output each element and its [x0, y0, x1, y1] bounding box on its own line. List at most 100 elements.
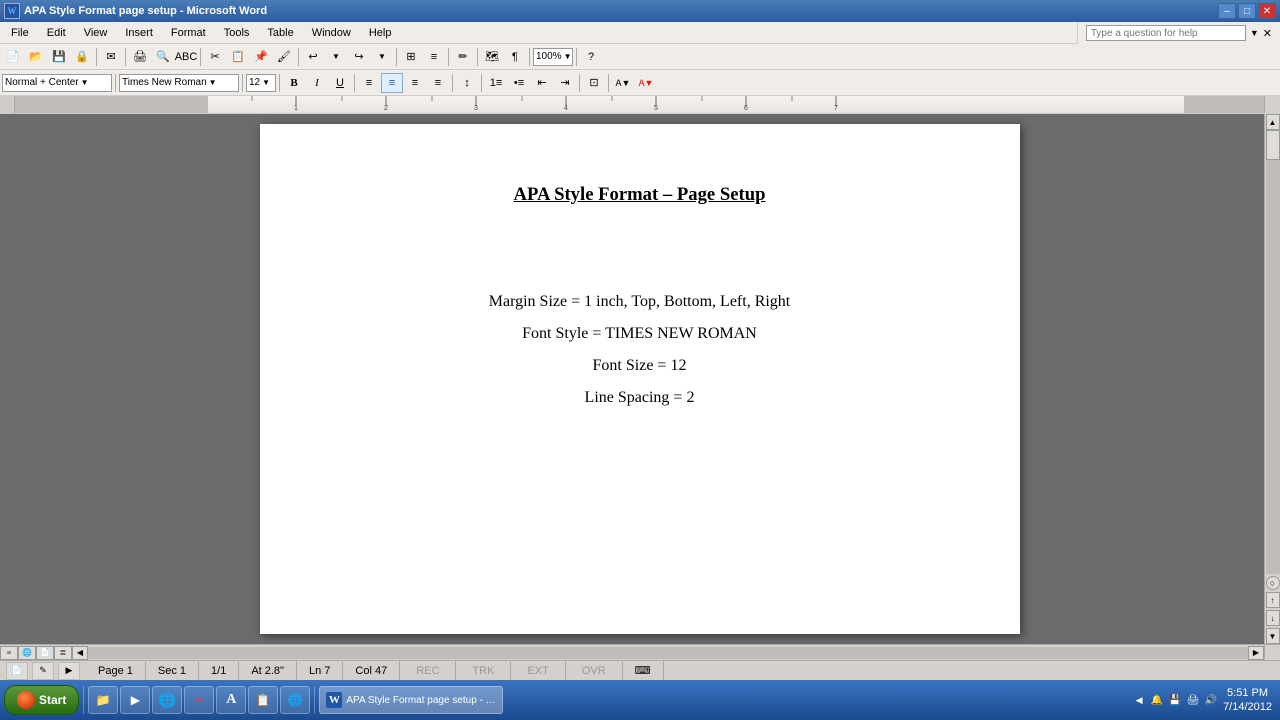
spell-button[interactable]: ABC — [175, 47, 197, 67]
scroll-left-button[interactable]: ◀ — [72, 646, 88, 660]
size-dropdown[interactable]: 12 ▼ — [246, 74, 276, 92]
status-ovr: OVR — [566, 661, 623, 680]
new-button[interactable]: 📄 — [2, 47, 24, 67]
undo-button[interactable]: ↩ — [302, 47, 324, 67]
scroll-right-button[interactable]: ▶ — [1248, 646, 1264, 660]
size-arrow[interactable]: ▼ — [262, 78, 270, 87]
taskbar-browser[interactable]: 🌐 — [152, 686, 182, 714]
underline-button[interactable]: U — [329, 73, 351, 93]
taskbar-folder[interactable]: 📋 — [248, 686, 278, 714]
window-title: APA Style Format page setup - Microsoft … — [24, 5, 267, 17]
prev-page-button[interactable]: ↑ — [1266, 592, 1280, 608]
print-view-button[interactable]: 📄 — [36, 646, 54, 660]
menu-help[interactable]: Help — [360, 24, 401, 42]
status-icon-2[interactable]: ✎ — [32, 662, 54, 680]
taskbar-ie[interactable]: 🌐 — [280, 686, 310, 714]
font-color-button[interactable]: A▼ — [635, 73, 657, 93]
taskbar-media[interactable]: ▶ — [120, 686, 150, 714]
close-button[interactable]: ✕ — [1258, 3, 1276, 19]
open-button[interactable]: 📂 — [25, 47, 47, 67]
paste-button[interactable]: 📌 — [250, 47, 272, 67]
menu-window[interactable]: Window — [303, 24, 360, 42]
taskbar-paint[interactable]: ✂ — [184, 686, 214, 714]
style-arrow[interactable]: ▼ — [81, 78, 89, 87]
zoom-arrow[interactable]: ▼ — [564, 52, 572, 61]
status-icon-1[interactable]: 📄 — [6, 662, 28, 680]
sep-7 — [477, 48, 478, 66]
help-close-icon[interactable]: ✕ — [1263, 27, 1272, 40]
taskbar-word-active[interactable]: W APA Style Format page setup - Microsof… — [319, 686, 503, 714]
next-page-button[interactable]: ↓ — [1266, 610, 1280, 626]
h-scroll-track[interactable] — [88, 647, 1248, 659]
border-button[interactable]: ⊡ — [583, 73, 605, 93]
email-button[interactable]: ✉ — [100, 47, 122, 67]
tray-icon-1[interactable]: 🔔 — [1149, 692, 1165, 708]
outline-view-button[interactable]: ≣ — [54, 646, 72, 660]
decrease-indent[interactable]: ⇤ — [531, 73, 553, 93]
font-arrow[interactable]: ▼ — [209, 78, 217, 87]
print-button[interactable]: 🖨 — [129, 47, 151, 67]
system-clock[interactable]: 5:51 PM 7/14/2012 — [1223, 686, 1272, 715]
increase-indent[interactable]: ⇥ — [554, 73, 576, 93]
bullets-button[interactable]: •≡ — [508, 73, 530, 93]
help-search-arrow[interactable]: ▼ — [1250, 28, 1259, 38]
copy-button[interactable]: 📋 — [227, 47, 249, 67]
ruler-active[interactable]: 1 2 3 4 5 6 7 — [208, 96, 1184, 113]
menu-bar: File Edit View Insert Format Tools Table… — [0, 22, 1280, 44]
normal-view-button[interactable]: ≡ — [0, 646, 18, 660]
align-right-button[interactable]: ≡ — [404, 73, 426, 93]
menu-edit[interactable]: Edit — [38, 24, 75, 42]
style-dropdown[interactable]: Normal + Center ▼ — [2, 74, 112, 92]
menu-format[interactable]: Format — [162, 24, 215, 42]
scroll-track[interactable] — [1266, 130, 1280, 574]
preview-button[interactable]: 🔍 — [152, 47, 174, 67]
redo-drop[interactable]: ▼ — [371, 47, 393, 67]
help-btn[interactable]: ? — [580, 47, 602, 67]
document-page[interactable]: APA Style Format – Page Setup Margin Siz… — [260, 124, 1020, 634]
taskbar-explorer[interactable]: 📁 — [88, 686, 118, 714]
permission-button[interactable]: 🔒 — [71, 47, 93, 67]
vertical-scrollbar[interactable]: ▲ ○ ↑ ↓ ▼ — [1264, 114, 1280, 644]
minimize-button[interactable]: – — [1218, 3, 1236, 19]
cut-button[interactable]: ✂ — [204, 47, 226, 67]
menu-insert[interactable]: Insert — [116, 24, 162, 42]
format-painter[interactable]: 🖌 — [273, 47, 295, 67]
italic-button[interactable]: I — [306, 73, 328, 93]
numbering-button[interactable]: 1≡ — [485, 73, 507, 93]
tray-icon-3[interactable]: 🖨 — [1185, 692, 1201, 708]
showformat-button[interactable]: ¶ — [504, 47, 526, 67]
columns-button[interactable]: ≡ — [423, 47, 445, 67]
scroll-up-button[interactable]: ▲ — [1266, 114, 1280, 130]
help-search-input[interactable] — [1086, 25, 1246, 41]
menu-file[interactable]: File — [2, 24, 38, 42]
maximize-button[interactable]: □ — [1238, 3, 1256, 19]
volume-icon[interactable]: 🔊 — [1203, 692, 1219, 708]
save-button[interactable]: 💾 — [48, 47, 70, 67]
taskbar-word-a[interactable]: A — [216, 686, 246, 714]
menu-table[interactable]: Table — [258, 24, 302, 42]
bold-button[interactable]: B — [283, 73, 305, 93]
select-browse-button[interactable]: ○ — [1266, 576, 1280, 590]
margin-marker-3: · — [6, 279, 8, 287]
menu-view[interactable]: View — [75, 24, 117, 42]
highlight-button[interactable]: A▼ — [612, 73, 634, 93]
redo-button[interactable]: ↪ — [348, 47, 370, 67]
scroll-down-button[interactable]: ▼ — [1266, 628, 1280, 644]
zoom-box[interactable]: 100% ▼ — [533, 48, 573, 66]
tray-expand-icon[interactable]: ◀ — [1131, 692, 1147, 708]
menu-tools[interactable]: Tools — [215, 24, 259, 42]
undo-drop[interactable]: ▼ — [325, 47, 347, 67]
justify-button[interactable]: ≡ — [427, 73, 449, 93]
line-spacing-button[interactable]: ↕ — [456, 73, 478, 93]
start-button[interactable]: Start — [4, 685, 79, 715]
align-center-button[interactable]: ≡ — [381, 73, 403, 93]
doc-map-button[interactable]: 🗺 — [481, 47, 503, 67]
table-button[interactable]: ⊞ — [400, 47, 422, 67]
drawing-button[interactable]: ✏ — [452, 47, 474, 67]
status-icon-3[interactable]: ▶ — [58, 662, 80, 680]
web-view-button[interactable]: 🌐 — [18, 646, 36, 660]
scroll-thumb[interactable] — [1266, 130, 1280, 160]
tray-icon-2[interactable]: 💾 — [1167, 692, 1183, 708]
align-left-button[interactable]: ≡ — [358, 73, 380, 93]
font-dropdown[interactable]: Times New Roman ▼ — [119, 74, 239, 92]
